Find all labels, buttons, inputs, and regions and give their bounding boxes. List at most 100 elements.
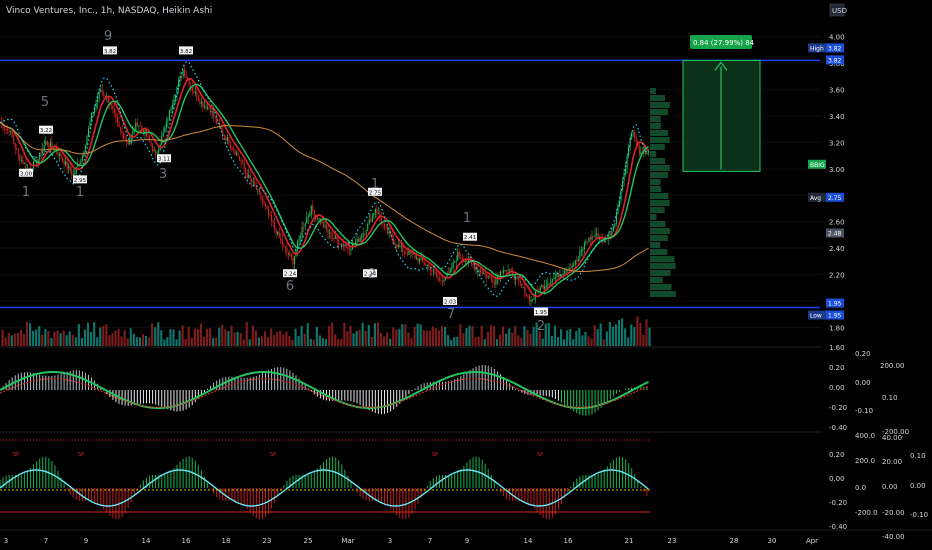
candle-body [231, 147, 233, 149]
candle-body [200, 101, 202, 104]
candle-body [359, 237, 361, 242]
candle-body [13, 137, 15, 143]
candle-body [171, 104, 173, 110]
candle-body [451, 268, 453, 270]
count-label: 1 [371, 177, 379, 192]
candle-body [531, 299, 534, 301]
candle-body [286, 248, 288, 253]
candle-body [74, 172, 76, 175]
volume-bar [227, 331, 230, 346]
candle-body [115, 112, 117, 118]
oscillator-axis-label: 0.00 [829, 384, 845, 392]
volume-bar [154, 327, 157, 346]
candle-body [333, 238, 335, 239]
candle-body [242, 161, 244, 163]
candle-body [454, 261, 456, 263]
candle-body [533, 297, 535, 300]
time-axis-label: 30 [768, 537, 777, 545]
candle-body [10, 131, 12, 132]
currency-label: USD [832, 7, 847, 15]
candle-body [411, 252, 413, 254]
volume-bar [428, 330, 431, 346]
volume-bar [556, 337, 560, 346]
volume-bar [190, 337, 193, 346]
volume-bar [157, 322, 160, 346]
candle-body [25, 163, 27, 169]
volume-bar [218, 327, 221, 346]
momentum-mid-label: 400.0 [855, 432, 875, 440]
volume-bar [575, 331, 578, 346]
volume-profile-bar [650, 207, 665, 213]
candle-body [222, 130, 224, 136]
oscillator-axis-label: 0.20 [829, 364, 845, 372]
candle-body [49, 142, 51, 147]
momentum-right-label: 40.00 [882, 434, 902, 442]
candle-body [165, 121, 167, 129]
volume-bar [367, 325, 370, 346]
candle-body [350, 248, 352, 251]
volume-bar [395, 329, 398, 346]
candle-body [502, 270, 505, 273]
candle-body [542, 285, 544, 289]
candle-body [284, 246, 286, 249]
candle-body [440, 280, 442, 282]
volume-bar [47, 331, 50, 346]
candle-body [89, 121, 91, 128]
price-tick-label: 3.60 [829, 86, 845, 94]
candle-body [625, 167, 627, 175]
volume-bar [633, 327, 636, 346]
volume-bar [440, 326, 444, 346]
candle-body [489, 276, 491, 277]
volume-bar [205, 329, 209, 346]
candle-body [153, 150, 155, 152]
candle-body [466, 261, 468, 263]
stock-chart[interactable]: Vinco Ventures, Inc., 1h, NASDAQ, Heikin… [0, 0, 932, 550]
volume-profile-bar [650, 291, 676, 297]
volume-bar [407, 332, 410, 346]
volume-bar [517, 335, 520, 346]
volume-bar [245, 322, 248, 346]
candle-body [403, 252, 405, 253]
volume-bar [282, 334, 285, 346]
candle-body [385, 225, 387, 228]
chart-title: Vinco Ventures, Inc., 1h, NASDAQ, Heikin… [6, 6, 212, 16]
volume-bar [514, 325, 517, 346]
volume-bar [608, 322, 611, 346]
candle-body [365, 230, 367, 234]
momentum-mid-label: -200.0 [855, 509, 878, 517]
candle-body [527, 295, 529, 297]
momentum-far-label: 0.10 [910, 452, 926, 460]
volume-bar [563, 339, 566, 346]
signal-label: SP [78, 452, 84, 458]
candle-body [541, 285, 543, 287]
volume-bar [450, 339, 453, 346]
volume-bar [96, 337, 99, 346]
volume-bar [71, 334, 74, 346]
candle-body [594, 235, 596, 237]
candle-body [68, 166, 70, 169]
candle-body [66, 161, 68, 169]
candle-body [313, 210, 315, 216]
candle-body [167, 119, 169, 122]
candle-body [321, 222, 323, 224]
candle-body [116, 117, 119, 123]
volume-bar [639, 322, 642, 346]
volume-bar [306, 323, 309, 346]
candle-body [277, 231, 279, 235]
candle-body [298, 238, 300, 242]
time-axis-label: 28 [730, 537, 739, 545]
volume-bar [294, 328, 297, 346]
price-tick-label: 4.00 [829, 34, 845, 42]
volume-bar [489, 325, 492, 346]
volume-bar [233, 332, 236, 346]
candle-body [235, 152, 238, 155]
price-tag-name: BBIG [810, 162, 825, 169]
candle-body [435, 272, 437, 277]
volume-bar [4, 337, 7, 346]
count-label: 7 [447, 307, 455, 322]
candle-body [341, 243, 343, 245]
candle-body [177, 80, 180, 88]
volume-bar [7, 333, 10, 346]
candle-body [16, 148, 18, 150]
time-axis-label: 16 [564, 537, 573, 545]
